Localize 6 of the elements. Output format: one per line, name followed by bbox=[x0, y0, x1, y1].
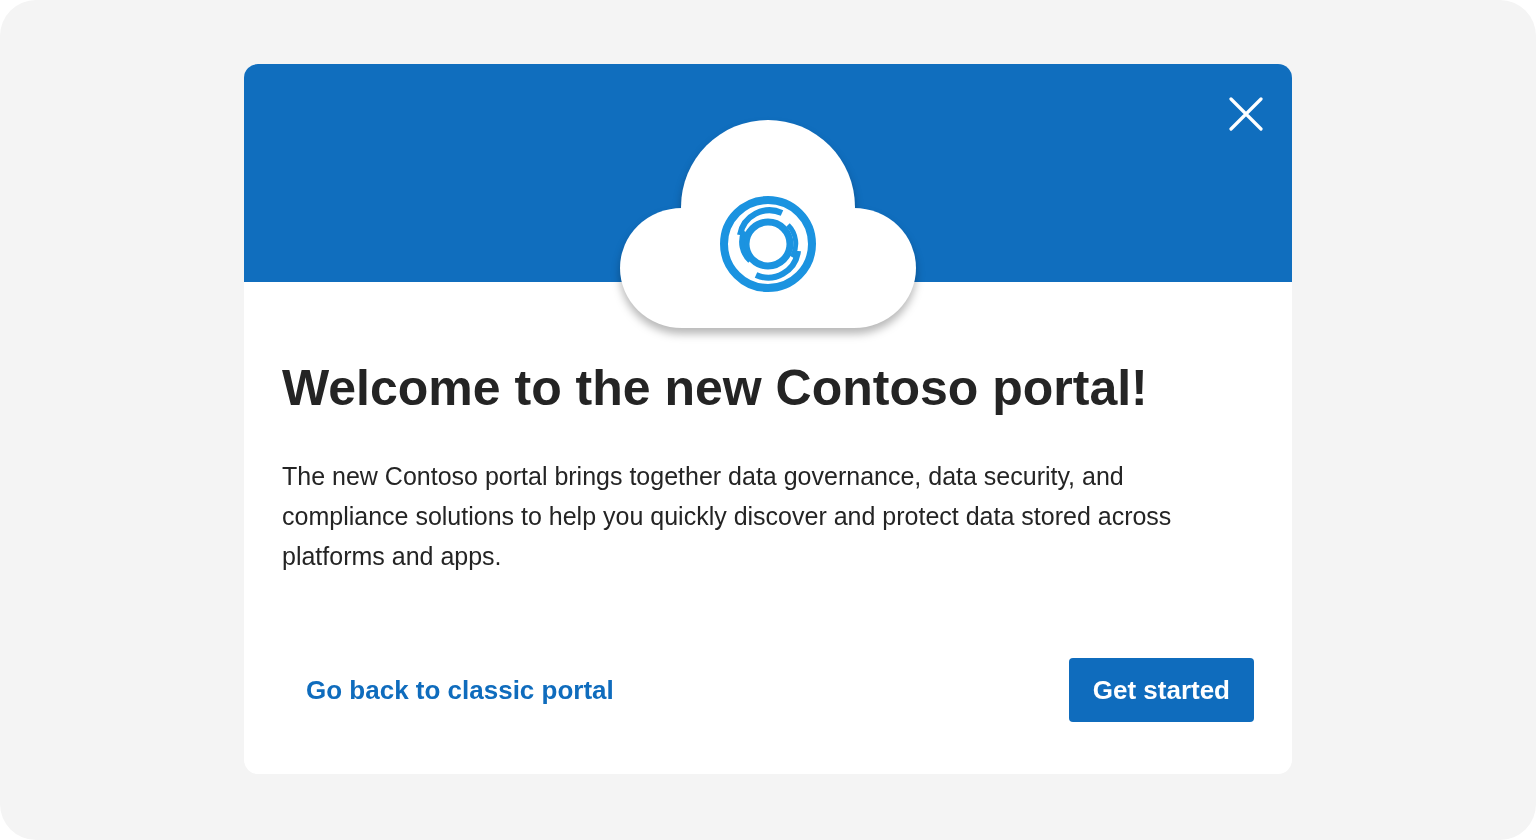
close-icon bbox=[1229, 97, 1263, 131]
dialog-description: The new Contoso portal brings together data governance, data security, and compliance solutions to help you quickly discover and protect data stored across platforms and apps. bbox=[282, 461, 1173, 572]
classic-portal-link[interactable]: Go back to classic portal bbox=[306, 670, 614, 710]
get-started-button[interactable]: Get started bbox=[1068, 658, 1254, 722]
swirl-logo-icon bbox=[720, 195, 816, 293]
dialog-title: Welcome to the new Contoso portal! bbox=[282, 359, 1149, 418]
